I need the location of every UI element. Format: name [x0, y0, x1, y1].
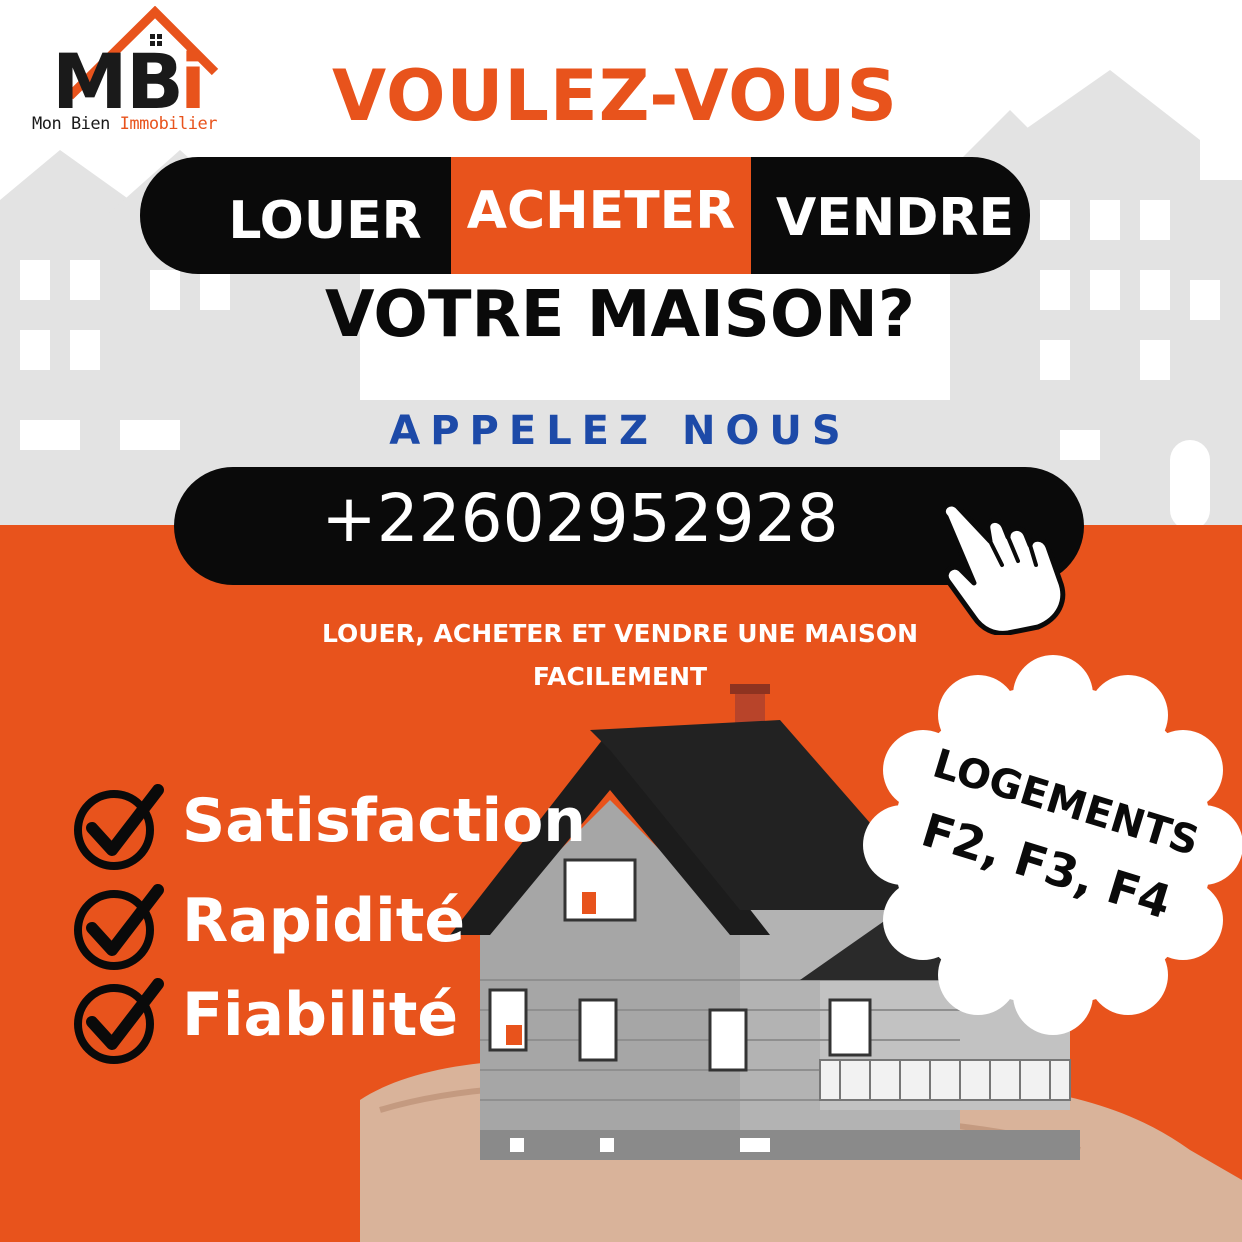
check-circle-icon: [74, 784, 164, 870]
question-heading: VOTRE MAISON?: [325, 278, 915, 352]
headline: VOULEZ-VOUS: [332, 55, 898, 137]
brand-name-part2: Immobilier: [119, 114, 218, 134]
call-label: APPELEZ NOUS: [389, 408, 851, 454]
benefit-label: Fiabilité: [182, 980, 459, 1050]
option-louer: LOUER: [228, 190, 422, 251]
benefit-label: Satisfaction: [182, 786, 587, 856]
benefit-item: Satisfaction: [72, 778, 632, 888]
brand-name: Mon Bien Immobilier: [32, 114, 217, 134]
svg-text:B: B: [126, 37, 184, 126]
svg-text:i: i: [180, 37, 206, 126]
brand-name-part1: Mon Bien: [32, 114, 120, 134]
benefit-label: Rapidité: [182, 886, 466, 956]
option-vendre: VENDRE: [775, 187, 1014, 248]
tagline-line1: LOUER, ACHETER ET VENDRE UNE MAISON: [321, 619, 919, 648]
check-circle-icon: [74, 978, 164, 1064]
housing-types-badge: LOGEMENTS F2, F3, F4: [858, 650, 1242, 1040]
check-circle-icon: [74, 884, 164, 970]
benefit-item: Fiabilité: [72, 972, 632, 1082]
options-pill: LOUER ACHETER VENDRE: [140, 157, 1030, 274]
phone-number: +22602952928: [321, 480, 839, 557]
option-acheter: ACHETER: [451, 157, 751, 274]
poster: M B i Mon Bien Immobilier VOULEZ-VOUS LO…: [0, 0, 1242, 1242]
svg-text:M: M: [52, 37, 128, 126]
